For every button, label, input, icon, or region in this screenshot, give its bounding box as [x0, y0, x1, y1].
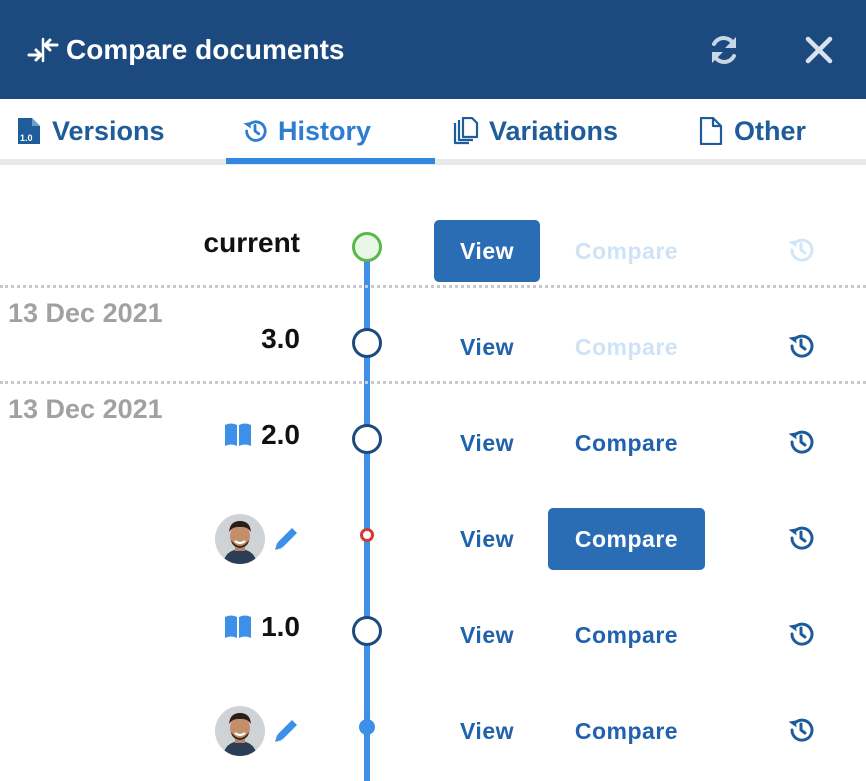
view-button[interactable]: View: [434, 604, 540, 666]
tab-bar: 1.0 Versions History Variations Other: [0, 99, 866, 165]
timeline-row-current: current View Compare: [0, 198, 866, 294]
panel-header: Compare documents: [0, 0, 866, 99]
tab-other-label: Other: [734, 115, 807, 146]
history-timeline: current View Compare 13 Dec 2021 3.0 Vie…: [0, 165, 866, 781]
restore-icon[interactable]: [787, 332, 815, 360]
tab-variations-label: Variations: [489, 115, 619, 146]
view-button[interactable]: View: [434, 700, 540, 762]
pencil-icon: [275, 528, 297, 550]
tab-variations[interactable]: Variations: [453, 111, 618, 151]
restore-icon[interactable]: [787, 524, 815, 552]
compare-button[interactable]: Compare: [548, 412, 705, 474]
close-button[interactable]: [797, 28, 841, 72]
history-icon: [243, 120, 267, 142]
version-label: 2.0: [223, 419, 300, 451]
date-label: 13 Dec 2021: [8, 298, 163, 328]
timeline-row-edit: View Compare: [0, 678, 866, 774]
version-label-text: 2.0: [261, 419, 300, 450]
user-avatar: [215, 706, 265, 756]
version-label: 3.0: [261, 323, 300, 355]
version-label: current: [204, 227, 300, 259]
open-book-icon: [225, 615, 252, 638]
tab-history[interactable]: History: [242, 111, 371, 151]
file-icon: [699, 117, 723, 145]
svg-text:1.0: 1.0: [20, 133, 33, 143]
tab-history-label: History: [278, 115, 372, 146]
pencil-icon: [275, 720, 297, 742]
restore-icon[interactable]: [787, 236, 815, 264]
timeline-row-version: 1.0 View Compare: [0, 582, 866, 678]
refresh-button[interactable]: [702, 28, 746, 72]
close-icon: [805, 36, 833, 64]
compare-button[interactable]: Compare: [548, 220, 705, 282]
view-button[interactable]: View: [434, 220, 540, 282]
open-book-icon: [225, 423, 252, 446]
restore-icon[interactable]: [787, 620, 815, 648]
compare-button[interactable]: Compare: [548, 604, 705, 666]
refresh-icon: [712, 36, 736, 64]
user-avatar: [215, 514, 265, 564]
tab-versions[interactable]: 1.0 Versions: [16, 111, 165, 151]
view-button[interactable]: View: [434, 412, 540, 474]
version-label: 1.0: [223, 611, 300, 643]
compare-arrows-icon: [27, 37, 59, 63]
compare-button[interactable]: Compare: [548, 316, 705, 378]
tab-versions-label: Versions: [52, 115, 165, 146]
panel-title: Compare documents: [66, 34, 345, 65]
timeline-node-major: [352, 616, 382, 646]
compare-button[interactable]: Compare: [548, 508, 705, 570]
timeline-row-version: 13 Dec 2021 3.0 View Compare: [0, 294, 866, 390]
restore-icon[interactable]: [787, 428, 815, 456]
timeline-node-major: [352, 424, 382, 454]
compare-button[interactable]: Compare: [548, 700, 705, 762]
timeline-node-minor: [359, 719, 375, 735]
active-tab-indicator: [226, 158, 435, 164]
version-file-icon: 1.0: [18, 118, 40, 144]
timeline-node-selected: [360, 528, 374, 542]
restore-icon[interactable]: [787, 716, 815, 744]
version-label-text: 1.0: [261, 611, 300, 642]
timeline-row-edit: View Compare: [0, 486, 866, 582]
version-label-text: current: [203, 227, 300, 258]
copies-icon: [453, 117, 479, 145]
date-label: 13 Dec 2021: [8, 394, 163, 424]
view-button[interactable]: View: [434, 508, 540, 570]
view-button[interactable]: View: [434, 316, 540, 378]
timeline-node-current: [352, 232, 382, 262]
timeline-row-version: 13 Dec 2021 2.0 View Compare: [0, 390, 866, 486]
version-label-text: 3.0: [261, 323, 300, 354]
timeline-node-major: [352, 328, 382, 358]
compare-documents-panel: Compare documents 1.0 Versions History V…: [0, 0, 866, 781]
tab-other[interactable]: Other: [698, 111, 806, 151]
